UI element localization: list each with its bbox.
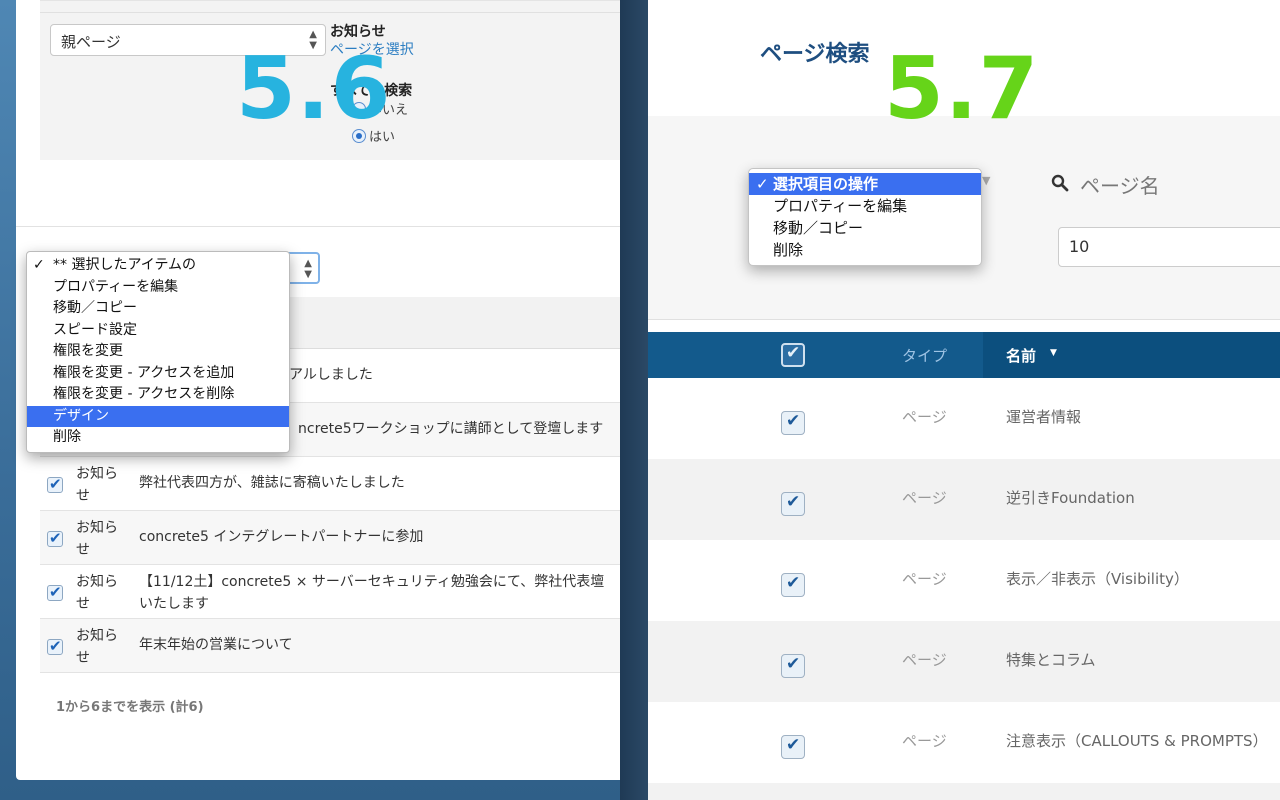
menu-item-label: ** 選択したアイテムの	[53, 257, 197, 273]
chevron-down-icon[interactable]: ▼	[982, 174, 990, 187]
column-header-name[interactable]: 名前	[1006, 345, 1036, 366]
row-checkbox[interactable]	[47, 583, 63, 601]
row-name[interactable]: 年末年始の営業について	[139, 634, 619, 656]
menu-item-label: 選択項目の操作	[773, 175, 879, 193]
sort-desc-icon: ▼	[1050, 348, 1057, 358]
row-type: ページ	[902, 408, 947, 426]
menu-item-label: 権限を変更 - アクセスを削除	[53, 386, 235, 402]
search-icon	[1051, 174, 1069, 192]
menu-item-delete[interactable]: 削除	[749, 239, 981, 261]
menu-item-permissions-remove[interactable]: 権限を変更 - アクセスを削除	[27, 384, 289, 406]
menu-item-edit-properties[interactable]: プロパティーを編集	[27, 277, 289, 299]
column-header-type[interactable]: タイプ	[902, 345, 947, 366]
panel-divider	[620, 0, 648, 800]
row-name[interactable]: 逆引きFoundation	[1006, 487, 1135, 508]
menu-item-label: デザイン	[53, 407, 109, 424]
row-type: ページ	[902, 732, 947, 750]
menu-item-permissions[interactable]: 権限を変更	[27, 341, 289, 363]
row-name[interactable]: 表示／非表示（Visibility）	[1006, 568, 1189, 589]
bulk-action-menu: ✓ ** 選択したアイテムの プロパティーを編集 移動／コピー スピード設定 権限…	[26, 251, 290, 453]
checkmark-icon: ✓	[756, 175, 769, 193]
select-arrows-icon: ▲ ▼	[304, 258, 312, 280]
table-row[interactable]: お知らせ 【11/12土】concrete5 × サーバーセキュリティ勉強会にて…	[40, 565, 620, 619]
row-type: お知らせ	[76, 574, 118, 612]
table-row[interactable]	[648, 783, 1280, 800]
menu-item-move-copy[interactable]: 移動／コピー	[27, 298, 289, 320]
menu-item-label: 権限を変更 - アクセスを追加	[53, 364, 235, 381]
row-type: ページ	[902, 489, 947, 507]
search-input[interactable]: ページ名	[1080, 170, 1160, 199]
menu-item-label: 移動／コピー	[53, 300, 137, 316]
menu-item-label: プロパティーを編集	[53, 278, 179, 295]
table-row[interactable]: お知らせ 弊社代表四方が、雑誌に寄稿いたしました	[40, 457, 620, 511]
row-checkbox[interactable]	[781, 411, 805, 435]
table-row[interactable]: ページ 注意表示（CALLOUTS & PROMPTS）	[648, 702, 1280, 783]
row-name[interactable]: 弊社代表四方が、雑誌に寄稿いたしました	[139, 472, 619, 494]
menu-item-permissions-add[interactable]: 権限を変更 - アクセスを追加	[27, 363, 289, 385]
menu-item-label: 削除	[53, 429, 81, 445]
row-name[interactable]: 特集とコラム	[1006, 649, 1096, 670]
row-checkbox[interactable]	[781, 492, 805, 516]
select-all-checkbox[interactable]	[781, 343, 805, 367]
row-checkbox[interactable]	[781, 735, 805, 759]
row-type: ページ	[902, 651, 947, 669]
menu-item-label: プロパティーを編集	[773, 197, 908, 215]
menu-item-selected-items[interactable]: ✓ ** 選択したアイテムの	[27, 255, 289, 277]
table-row[interactable]: ページ 逆引きFoundation	[648, 459, 1280, 540]
filter-divider	[40, 12, 620, 13]
menu-item-move-copy[interactable]: 移動／コピー	[749, 217, 981, 239]
menu-item-edit-properties[interactable]: プロパティーを編集	[749, 195, 981, 217]
row-checkbox[interactable]	[47, 475, 63, 493]
notice-filter-title: お知らせ	[330, 24, 386, 40]
results-per-page-input[interactable]: 10	[1058, 227, 1280, 267]
version-label-old: 5.6	[236, 39, 392, 139]
results-table-header: タイプ 名前 ▼	[648, 332, 1280, 378]
parent-page-select-value: 親ページ	[61, 33, 121, 51]
menu-item-delete[interactable]: 削除	[27, 427, 289, 449]
menu-item-speed-settings[interactable]: スピード設定	[27, 320, 289, 342]
row-name[interactable]: 【11/12土】concrete5 × サーバーセキュリティ勉強会にて、弊社代表…	[139, 571, 609, 615]
row-type: お知らせ	[76, 628, 118, 666]
row-checkbox[interactable]	[781, 573, 805, 597]
menu-item-label: スピード設定	[53, 321, 137, 338]
menu-item-selected-items[interactable]: ✓ 選択項目の操作	[749, 173, 981, 195]
checkmark-icon: ✓	[33, 257, 45, 273]
row-checkbox[interactable]	[47, 637, 63, 655]
section-divider	[16, 226, 620, 227]
row-checkbox[interactable]	[47, 529, 63, 547]
table-row[interactable]: ページ 運営者情報	[648, 378, 1280, 459]
bulk-action-menu: ✓ 選択項目の操作 プロパティーを編集 移動／コピー 削除	[748, 168, 982, 266]
row-checkbox[interactable]	[781, 654, 805, 678]
table-row[interactable]: お知らせ concrete5 インテグレートパートナーに参加	[40, 511, 620, 565]
row-type: お知らせ	[76, 520, 118, 558]
menu-item-label: 権限を変更	[53, 343, 123, 359]
version-label-new: 5.7	[884, 39, 1040, 139]
row-name-partial: ncrete5ワークショップに講師として登壇します	[298, 421, 604, 437]
table-row[interactable]: お知らせ 年末年始の営業について	[40, 619, 620, 673]
row-name[interactable]: 運営者情報	[1006, 406, 1081, 427]
menu-item-label: 移動／コピー	[773, 219, 864, 237]
results-count: 1から6までを表示 (計6)	[56, 700, 204, 715]
menu-item-label: 削除	[773, 241, 804, 259]
row-name[interactable]: concrete5 インテグレートパートナーに参加	[139, 526, 619, 548]
table-row[interactable]: ページ 表示／非表示（Visibility）	[648, 540, 1280, 621]
row-name-partial: アルしました	[289, 367, 373, 383]
page-title: ページ検索	[760, 42, 870, 67]
row-type: ページ	[902, 570, 947, 588]
row-name[interactable]: 注意表示（CALLOUTS & PROMPTS）	[1006, 730, 1268, 751]
table-row[interactable]: ページ 特集とコラム	[648, 621, 1280, 702]
row-type: お知らせ	[76, 466, 118, 504]
menu-item-design[interactable]: デザイン	[27, 405, 289, 427]
